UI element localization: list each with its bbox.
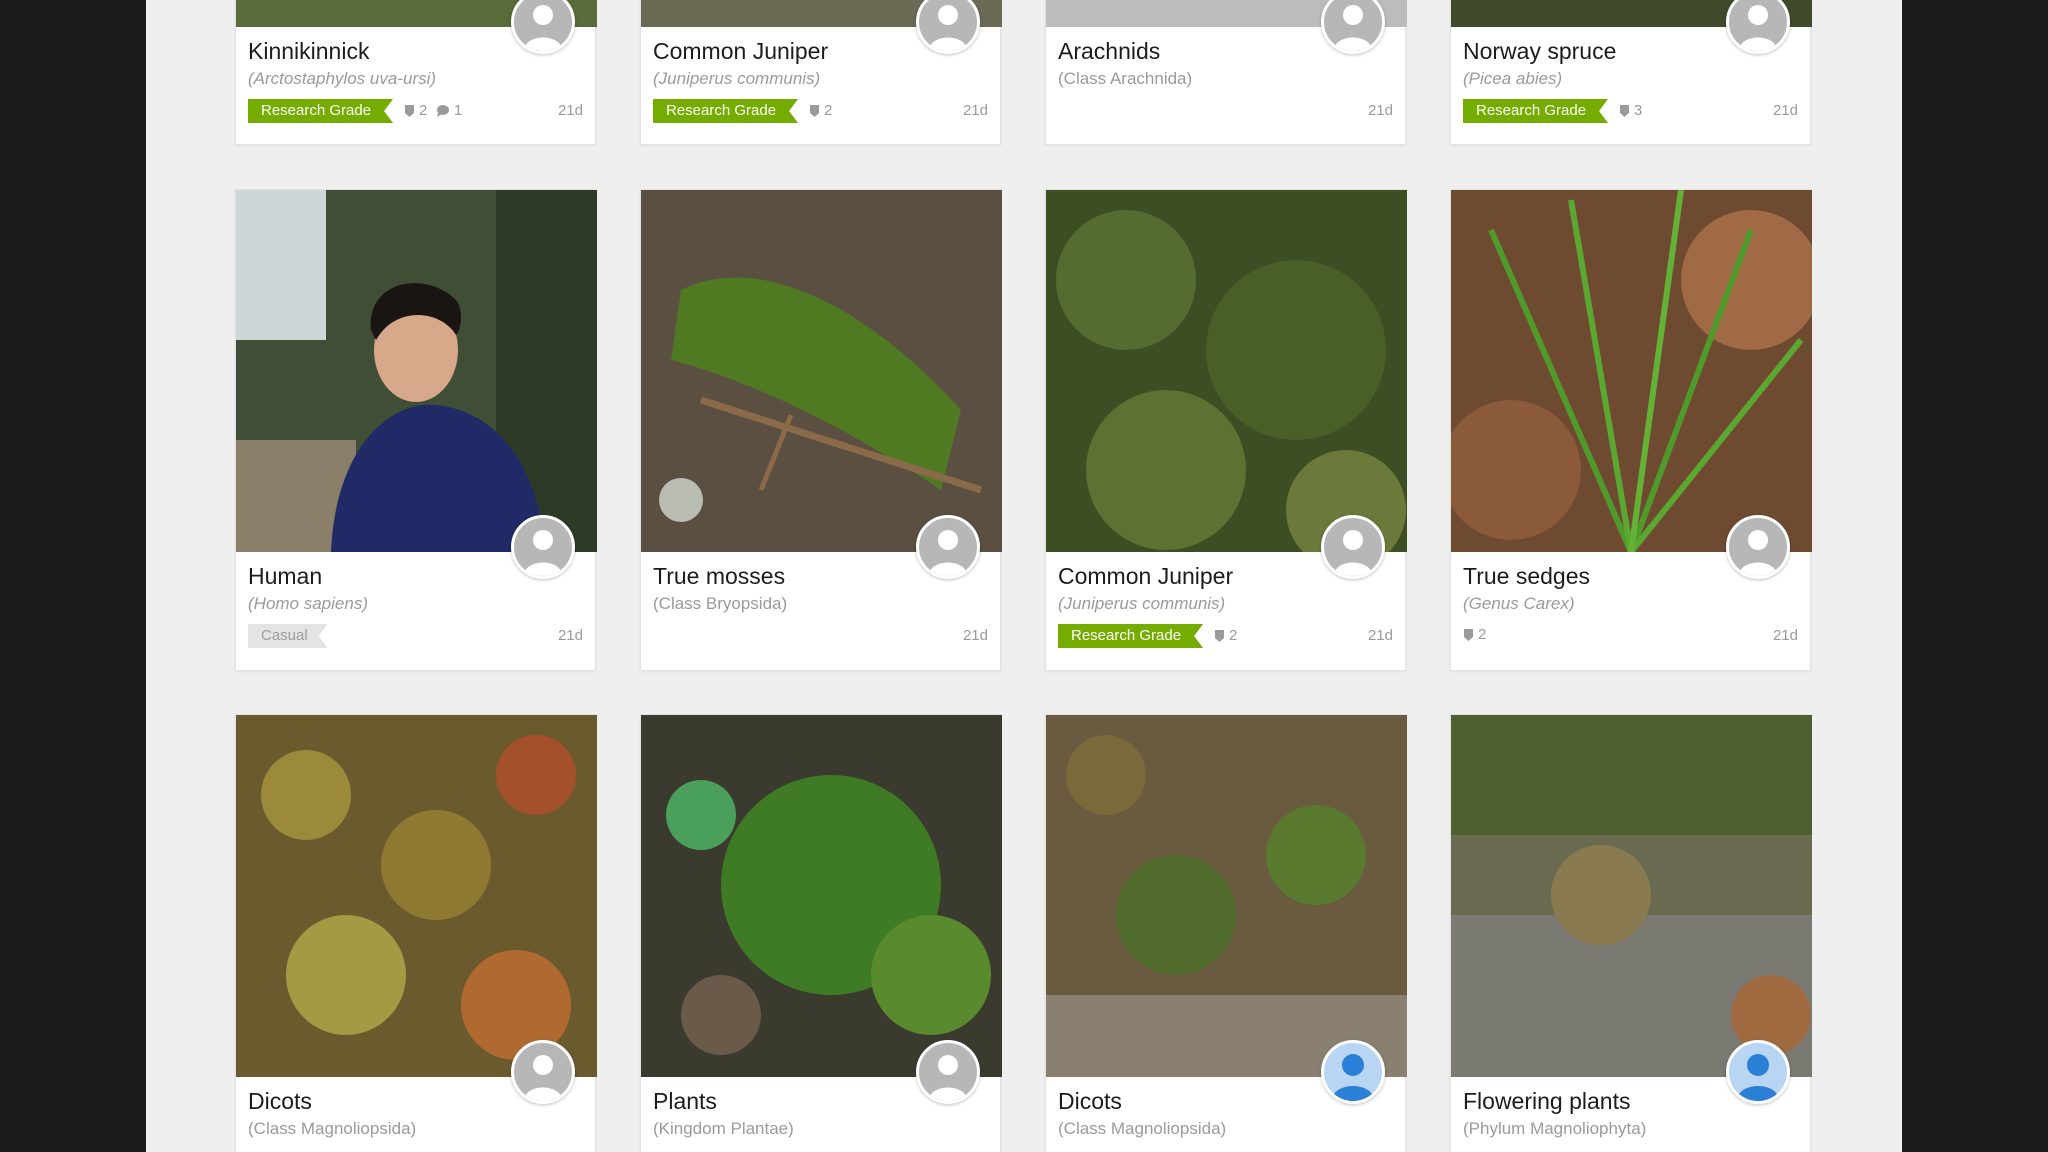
identification-count: 2 (809, 102, 832, 119)
identification-count: 3 (1619, 102, 1642, 119)
comment-count: 1 (436, 102, 462, 119)
observation-card-dicots[interactable]: Dicots (Class Magnoliopsida) (235, 714, 597, 1152)
common-name[interactable]: Dicots (248, 1088, 312, 1115)
scientific-name: (Class Magnoliopsida) (248, 1119, 417, 1138)
scientific-name: (Juniperus communis) (1058, 594, 1226, 613)
observation-card-true-mosses[interactable]: True mosses (Class Bryopsida) 21d (640, 189, 1002, 671)
user-avatar-icon[interactable] (1321, 515, 1385, 579)
observation-grid-panel: Kinnikinnick (Arctostaphylos uva-ursi) R… (146, 0, 1902, 1152)
observation-photo[interactable] (1046, 715, 1407, 1077)
observation-photo[interactable] (236, 190, 597, 552)
common-name[interactable]: Flowering plants (1463, 1088, 1630, 1115)
user-avatar-icon[interactable] (511, 1040, 575, 1104)
observation-age: 21d (1772, 102, 1798, 119)
identification-icon (1214, 629, 1225, 643)
observation-photo[interactable] (641, 190, 1002, 552)
observation-grid: Kinnikinnick (Arctostaphylos uva-ursi) R… (235, 0, 1815, 1152)
observation-card-true-sedges[interactable]: True sedges (Genus Carex) 2 21d (1450, 189, 1812, 671)
observation-photo[interactable] (641, 715, 1002, 1077)
scientific-name: (Kingdom Plantae) (653, 1119, 794, 1138)
observation-photo[interactable] (236, 715, 597, 1077)
common-name[interactable]: Kinnikinnick (248, 38, 369, 65)
user-avatar-icon[interactable] (1726, 1040, 1790, 1104)
common-name[interactable]: True mosses (653, 563, 785, 590)
observation-card-human[interactable]: Human (Homo sapiens) Casual 21d (235, 189, 597, 671)
user-avatar-icon[interactable] (916, 1040, 980, 1104)
user-avatar-icon[interactable] (916, 0, 980, 54)
quality-grade-badge: Casual (248, 624, 328, 648)
observation-card-common-juniper-2[interactable]: Common Juniper (Juniperus communis) Rese… (1045, 189, 1407, 671)
observation-card-arachnids[interactable]: Arachnids (Class Arachnida) 21d (1045, 0, 1407, 145)
common-name[interactable]: Human (248, 563, 322, 590)
user-avatar-icon[interactable] (1726, 515, 1790, 579)
common-name[interactable]: True sedges (1463, 563, 1590, 590)
common-name[interactable]: Plants (653, 1088, 717, 1115)
identification-count: 2 (1463, 626, 1486, 643)
user-avatar-icon[interactable] (916, 515, 980, 579)
common-name[interactable]: Common Juniper (1058, 563, 1233, 590)
quality-grade-badge: Research Grade (653, 99, 798, 123)
observation-age: 21d (557, 102, 583, 119)
observation-card-common-juniper[interactable]: Common Juniper (Juniperus communis) Rese… (640, 0, 1002, 145)
scientific-name: (Phylum Magnoliophyta) (1463, 1119, 1647, 1138)
scientific-name: (Class Magnoliopsida) (1058, 1119, 1227, 1138)
scientific-name: (Juniperus communis) (653, 69, 821, 88)
common-name[interactable]: Dicots (1058, 1088, 1122, 1115)
identification-count: 2 (404, 102, 427, 119)
identification-icon (809, 104, 820, 118)
scientific-name: (Class Arachnida) (1058, 69, 1193, 88)
identification-icon (1619, 104, 1630, 118)
user-avatar-icon[interactable] (1321, 1040, 1385, 1104)
identification-icon (1463, 628, 1474, 642)
scientific-name: (Genus Carex) (1463, 594, 1575, 613)
observation-card-flowering-plants[interactable]: Flowering plants (Phylum Magnoliophyta) (1450, 714, 1812, 1152)
common-name[interactable]: Norway spruce (1463, 38, 1616, 65)
observation-card-plants[interactable]: Plants (Kingdom Plantae) (640, 714, 1002, 1152)
observation-age: 21d (962, 102, 988, 119)
observation-photo[interactable] (1451, 715, 1812, 1077)
identification-icon (404, 104, 415, 118)
observation-age: 21d (1772, 627, 1798, 644)
common-name[interactable]: Arachnids (1058, 38, 1160, 65)
observation-age: 21d (1367, 102, 1393, 119)
observation-card-norway-spruce[interactable]: Norway spruce (Picea abies) Research Gra… (1450, 0, 1812, 145)
observation-age: 21d (962, 627, 988, 644)
observation-age: 21d (1367, 627, 1393, 644)
quality-grade-badge: Research Grade (1463, 99, 1608, 123)
user-avatar-icon[interactable] (1321, 0, 1385, 54)
scientific-name: (Class Bryopsida) (653, 594, 788, 613)
scientific-name: (Arctostaphylos uva-ursi) (248, 69, 437, 88)
quality-grade-badge: Research Grade (248, 99, 393, 123)
common-name[interactable]: Common Juniper (653, 38, 828, 65)
scientific-name: (Picea abies) (1463, 69, 1563, 88)
scientific-name: (Homo sapiens) (248, 594, 368, 613)
observation-photo[interactable] (1451, 190, 1812, 552)
user-avatar-icon[interactable] (511, 0, 575, 54)
comment-icon (436, 104, 450, 117)
observation-photo[interactable] (1046, 190, 1407, 552)
observation-card-dicots-2[interactable]: Dicots (Class Magnoliopsida) (1045, 714, 1407, 1152)
observation-card-kinnikinnick[interactable]: Kinnikinnick (Arctostaphylos uva-ursi) R… (235, 0, 597, 145)
observation-age: 21d (557, 627, 583, 644)
user-avatar-icon[interactable] (511, 515, 575, 579)
identification-count: 2 (1214, 627, 1237, 644)
quality-grade-badge: Research Grade (1058, 624, 1203, 648)
user-avatar-icon[interactable] (1726, 0, 1790, 54)
